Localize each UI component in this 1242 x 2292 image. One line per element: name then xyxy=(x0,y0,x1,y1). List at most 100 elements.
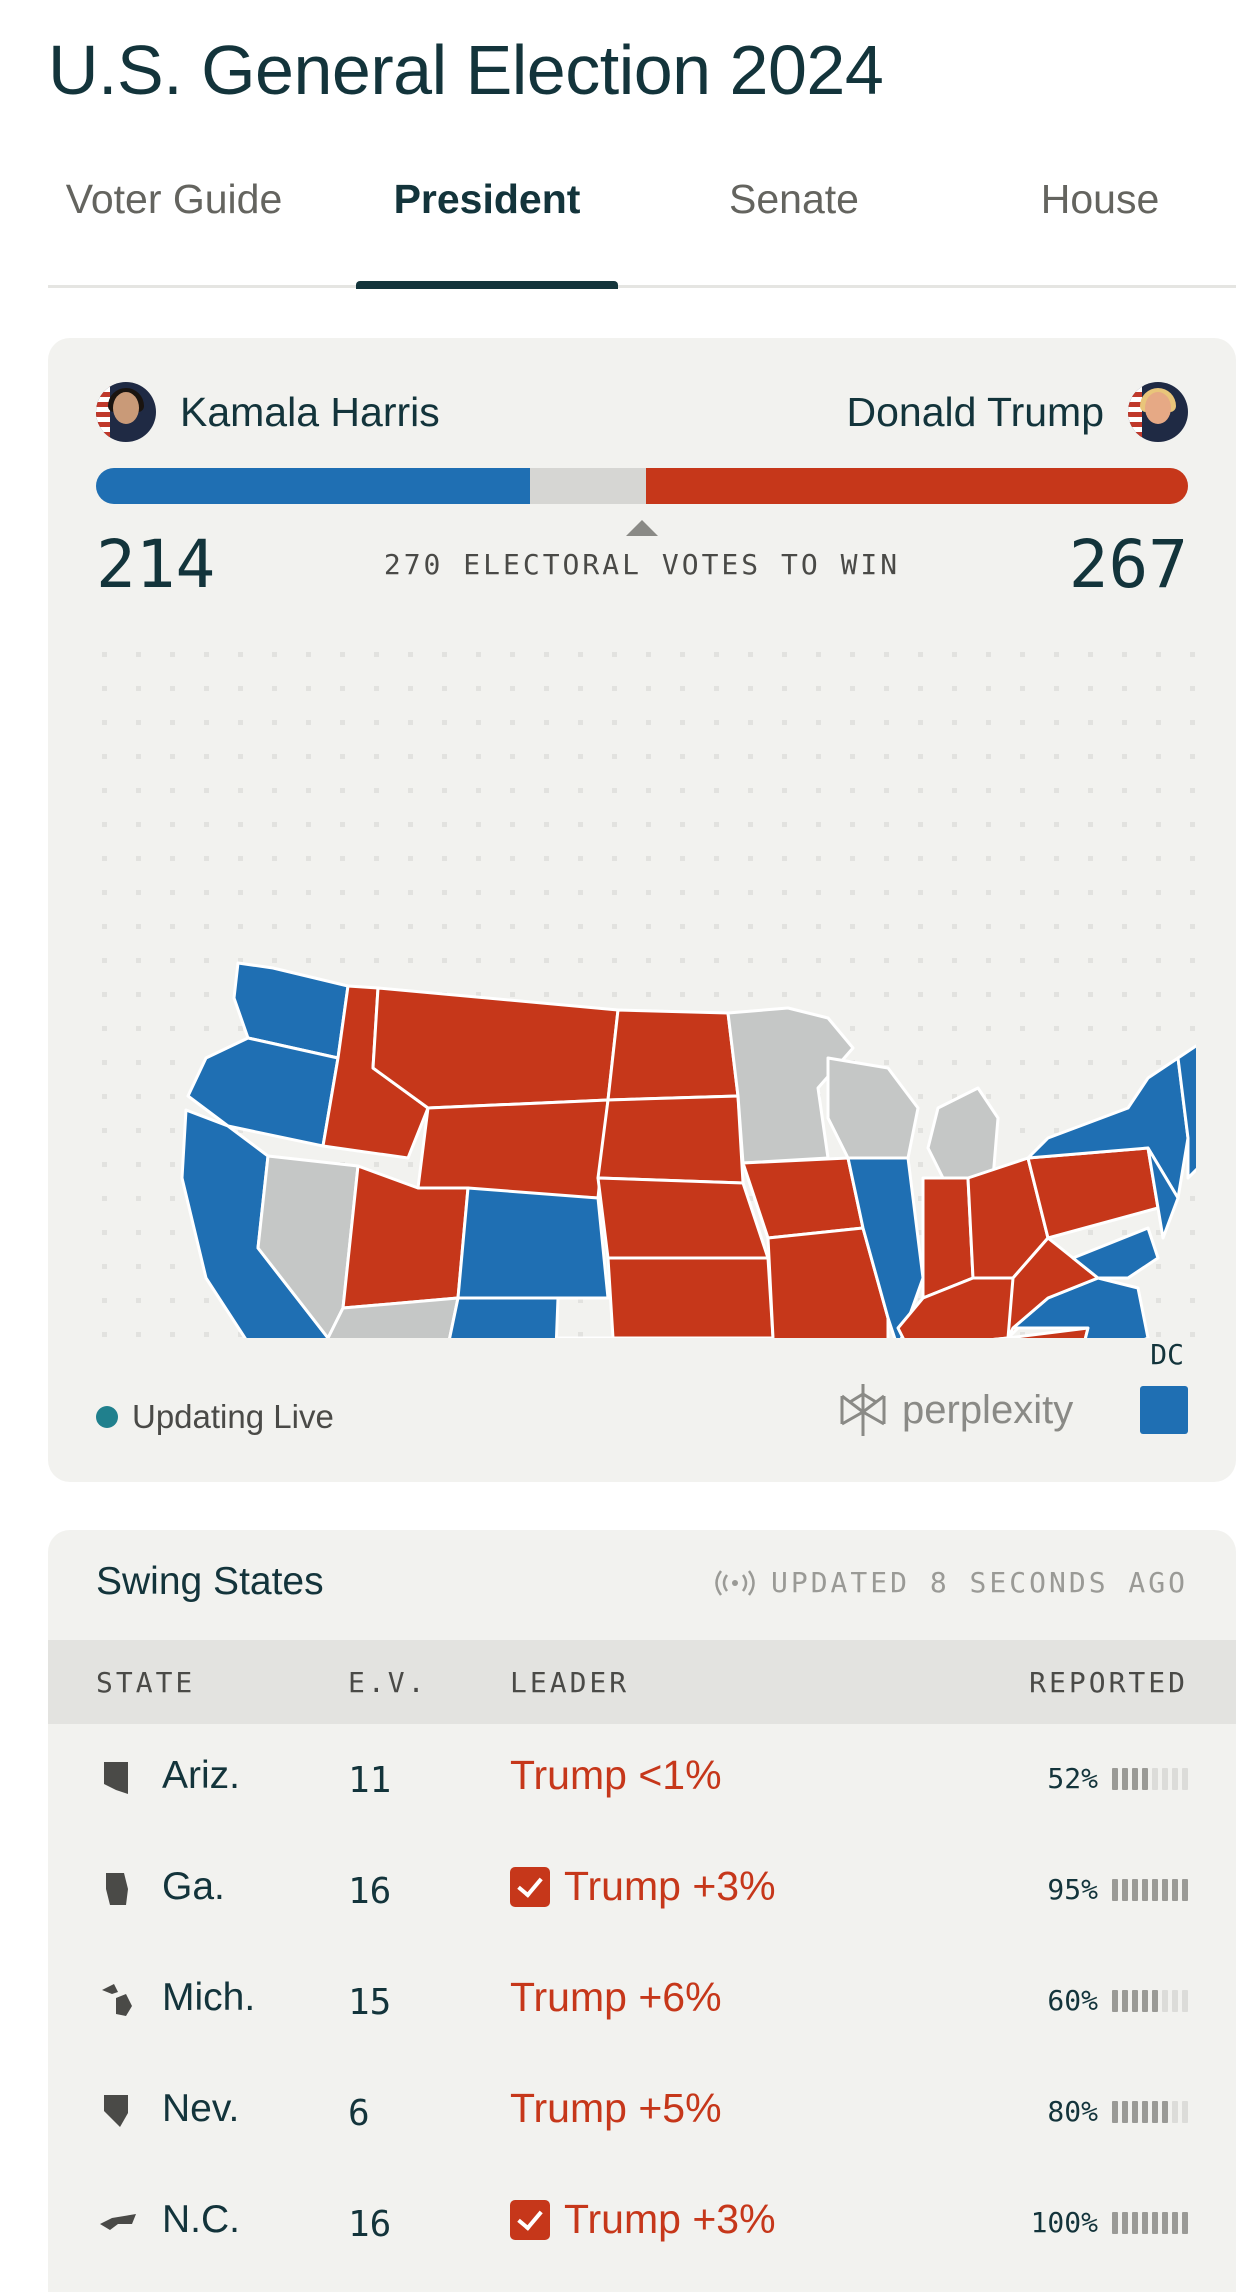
rep-vote-fill xyxy=(646,468,1188,504)
tab-president[interactable]: President xyxy=(337,176,637,223)
state-leader: Trump <1% xyxy=(510,1752,722,1799)
progress-tick xyxy=(1132,1879,1138,1901)
state-shape-icon xyxy=(104,1762,128,1794)
progress-tick xyxy=(1132,1990,1138,2012)
col-header-leader: LEADER xyxy=(510,1666,630,1699)
state-ev: 15 xyxy=(348,1982,392,2023)
progress-tick xyxy=(1182,1879,1188,1901)
avatar xyxy=(1128,382,1188,442)
state-shape-icon xyxy=(106,1873,128,1905)
live-status-label: Updating Live xyxy=(132,1398,334,1435)
progress-tick xyxy=(1142,2101,1148,2123)
progress-tick xyxy=(1172,2212,1178,2234)
reported-progress-bar xyxy=(1112,1879,1188,1901)
race-tabs: Voter Guide President Senate House xyxy=(48,160,1236,289)
candidate-trump[interactable]: Donald Trump xyxy=(846,382,1188,442)
leader-label: Trump <1% xyxy=(510,1752,722,1798)
state-colorado xyxy=(456,1186,610,1300)
state-name: Ariz. xyxy=(162,1754,240,1797)
progress-tick xyxy=(1162,2101,1168,2123)
reported-progress-bar xyxy=(1112,2101,1188,2123)
state-leader: Trump +6% xyxy=(510,1974,722,2021)
updated-label: UPDATED 8 SECONDS AGO xyxy=(770,1566,1188,1599)
checkmark-icon xyxy=(510,1866,550,1907)
state-kansas xyxy=(606,1256,775,1338)
reported-progress-bar xyxy=(1112,2212,1188,2234)
progress-tick xyxy=(1182,1990,1188,2012)
table-row[interactable]: Ga. 16 Trump +3% 95% xyxy=(48,1835,1236,1945)
progress-tick xyxy=(1172,1879,1178,1901)
state-wyoming xyxy=(416,1098,610,1200)
table-row[interactable]: Mich. 15 Trump +6% 60% xyxy=(48,1946,1236,2056)
state-ev: 11 xyxy=(348,1760,392,1801)
tab-senate[interactable]: Senate xyxy=(644,176,944,223)
progress-tick xyxy=(1172,2101,1178,2123)
progress-tick xyxy=(1152,2101,1158,2123)
state-nebraska xyxy=(596,1176,770,1260)
dc-label: DC xyxy=(1150,1338,1184,1371)
progress-tick xyxy=(1112,2101,1118,2123)
progress-tick xyxy=(1162,1879,1168,1901)
votes-to-win-caption: 270 ELECTORAL VOTES TO WIN xyxy=(383,548,901,581)
progress-tick xyxy=(1152,1768,1158,1790)
state-north-dakota xyxy=(606,1008,740,1102)
progress-tick xyxy=(1182,2101,1188,2123)
state-south-dakota xyxy=(596,1094,745,1185)
table-row[interactable]: N.C. 16 Trump +3% 100% xyxy=(48,2168,1236,2278)
leader-label: Trump +3% xyxy=(564,2196,776,2242)
reported-progress-bar xyxy=(1112,1768,1188,1790)
leader-label: Trump +6% xyxy=(510,1974,722,2020)
win-threshold-marker-icon xyxy=(626,520,658,536)
progress-tick xyxy=(1182,1768,1188,1790)
avatar xyxy=(96,382,156,442)
live-indicator-icon xyxy=(96,1406,118,1428)
candidate-harris[interactable]: Kamala Harris xyxy=(96,382,440,442)
rep-electoral-votes: 267 xyxy=(1068,526,1188,603)
progress-tick xyxy=(1112,1879,1118,1901)
progress-tick xyxy=(1132,2101,1138,2123)
progress-tick xyxy=(1132,2212,1138,2234)
progress-tick xyxy=(1152,1990,1158,2012)
progress-tick xyxy=(1132,1768,1138,1790)
state-montana xyxy=(371,986,620,1110)
progress-tick xyxy=(1172,1768,1178,1790)
state-ev: 6 xyxy=(348,2093,370,2134)
table-row[interactable]: Nev. 6 Trump +5% 80% xyxy=(48,2057,1236,2167)
progress-tick xyxy=(1162,1768,1168,1790)
progress-tick xyxy=(1142,1879,1148,1901)
progress-tick xyxy=(1182,2212,1188,2234)
perplexity-logo-icon xyxy=(840,1384,886,1436)
reported-percent: 80% xyxy=(1047,2095,1098,2128)
reported-percent: 100% xyxy=(1030,2206,1098,2239)
tab-voter-guide[interactable]: Voter Guide xyxy=(24,176,324,223)
state-shape-icon xyxy=(104,2095,128,2127)
state-leader: Trump +3% xyxy=(510,1863,776,1910)
updated-status: UPDATED 8 SECONDS AGO xyxy=(715,1566,1188,1599)
swing-states-title: Swing States xyxy=(96,1560,324,1603)
progress-tick xyxy=(1162,1990,1168,2012)
progress-tick xyxy=(1152,1879,1158,1901)
dc-state-box[interactable] xyxy=(1140,1386,1188,1434)
table-row[interactable]: Ariz. 11 Trump <1% 52% xyxy=(48,1724,1236,1834)
active-tab-indicator xyxy=(356,281,618,289)
progress-tick xyxy=(1122,1879,1128,1901)
reported-percent: 52% xyxy=(1047,1762,1098,1795)
progress-tick xyxy=(1142,1768,1148,1790)
progress-tick xyxy=(1122,2101,1128,2123)
state-utah xyxy=(341,1164,470,1310)
electoral-vote-bar xyxy=(96,468,1188,504)
reported-progress-bar xyxy=(1112,1990,1188,2012)
col-header-ev: E.V. xyxy=(348,1666,428,1699)
progress-tick xyxy=(1172,1990,1178,2012)
progress-tick xyxy=(1112,1768,1118,1790)
tab-house[interactable]: House xyxy=(950,176,1242,223)
state-name: Mich. xyxy=(162,1976,256,2019)
progress-tick xyxy=(1162,2212,1168,2234)
page-title: U.S. General Election 2024 xyxy=(48,31,884,109)
dem-vote-fill xyxy=(96,468,531,504)
electoral-map[interactable] xyxy=(88,638,1196,1338)
state-shape-icon xyxy=(100,2214,136,2230)
progress-tick xyxy=(1122,2212,1128,2234)
state-name: Nev. xyxy=(162,2087,240,2130)
progress-tick xyxy=(1122,1990,1128,2012)
